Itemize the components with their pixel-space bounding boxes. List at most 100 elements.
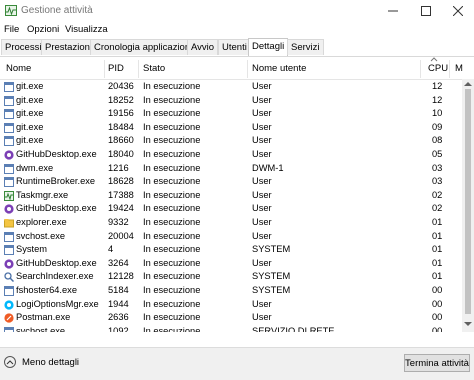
column-divider[interactable] (247, 60, 248, 78)
process-pid: 9332 (108, 217, 129, 227)
footer-bar: Meno dettagli Termina attività (0, 347, 474, 380)
table-row[interactable]: GitHubDesktop.exe 3264 In esecuzione User 01 (0, 257, 462, 271)
process-name: RuntimeBroker.exe (16, 176, 96, 187)
process-cpu: 01 (432, 271, 443, 282)
generic-exe-icon (4, 245, 14, 256)
process-status: In esecuzione (143, 162, 201, 173)
column-header-name[interactable]: Nome (6, 63, 31, 74)
process-cpu: 03 (432, 176, 443, 187)
column-divider[interactable] (449, 60, 450, 78)
process-status: In esecuzione (143, 298, 201, 309)
menu-bar: File Opzioni Visualizza (0, 22, 474, 38)
menu-options[interactable]: Opzioni (27, 24, 59, 35)
window-title: Gestione attività (21, 5, 93, 16)
process-name: git.exe (16, 108, 44, 119)
column-header-status[interactable]: Stato (143, 63, 165, 74)
column-header-memory[interactable]: M (455, 63, 463, 74)
tab-app-history[interactable]: Cronologia applicazioni (90, 39, 197, 55)
scroll-down-icon[interactable] (464, 321, 472, 327)
column-divider[interactable] (104, 60, 105, 78)
tab-processes[interactable]: Processi (1, 39, 46, 55)
column-header-cpu[interactable]: CPU (428, 63, 448, 74)
process-status: In esecuzione (143, 203, 201, 214)
process-status: In esecuzione (143, 217, 201, 227)
process-username: SYSTEM (252, 271, 291, 282)
process-name: git.exe (16, 94, 44, 105)
process-pid: 18484 (108, 121, 134, 132)
process-status: In esecuzione (143, 176, 201, 187)
table-row[interactable]: Taskmgr.exe 17388 In esecuzione User 02 (0, 189, 462, 203)
process-username: SYSTEM (252, 285, 291, 295)
table-row[interactable]: git.exe 19156 In esecuzione User 10 (0, 107, 462, 121)
column-divider[interactable] (420, 60, 421, 78)
minimize-button[interactable] (378, 2, 408, 20)
table-row[interactable]: GitHubDesktop.exe 19424 In esecuzione User 0… (0, 202, 462, 216)
process-username: User (252, 176, 272, 187)
process-username: SYSTEM (252, 244, 291, 255)
table-row[interactable]: explorer.exe 9332 In esecuzione User 01 (0, 216, 462, 230)
table-row[interactable]: RuntimeBroker.exe 18628 In esecuzione User 0… (0, 175, 462, 189)
column-header-pid[interactable]: PID (108, 63, 124, 74)
close-button[interactable] (443, 2, 473, 20)
scrollbar-thumb[interactable] (465, 89, 471, 314)
tab-bar: Processi Prestazioni Cronologia applicaz… (0, 38, 474, 57)
postman-icon (4, 313, 14, 323)
github-desktop-icon (4, 259, 14, 269)
generic-exe-icon (4, 286, 14, 296)
process-name: git.exe (16, 121, 44, 132)
generic-exe-icon (4, 136, 14, 147)
less-details-button[interactable]: Meno dettagli (4, 356, 79, 368)
process-username: DWM-1 (252, 162, 284, 173)
process-pid: 20436 (108, 81, 134, 91)
table-row[interactable]: dwm.exe 1216 In esecuzione DWM-1 03 (0, 162, 462, 176)
process-pid: 1092 (108, 325, 129, 332)
table-row[interactable]: svchost.exe 20004 In esecuzione User 01 (0, 230, 462, 244)
github-desktop-icon (4, 204, 14, 214)
process-username: User (252, 121, 272, 132)
process-cpu: 05 (432, 149, 443, 159)
process-status: In esecuzione (143, 149, 201, 159)
tab-details[interactable]: Dettagli (248, 38, 289, 56)
maximize-button[interactable] (411, 2, 441, 20)
process-cpu: 00 (432, 298, 443, 309)
table-row[interactable]: fshoster64.exe 5184 In esecuzione SYSTEM 00 (0, 284, 462, 298)
tab-startup[interactable]: Avvio (187, 39, 219, 55)
table-row[interactable]: LogiOptionsMgr.exe 1944 In esecuzione User 0… (0, 298, 462, 312)
table-row[interactable]: Postman.exe 2636 In esecuzione User 00 (0, 311, 462, 325)
end-task-button[interactable]: Termina attività (404, 354, 470, 372)
tab-users[interactable]: Utenti (218, 39, 251, 55)
table-row[interactable]: System 4 In esecuzione SYSTEM 01 (0, 243, 462, 257)
generic-exe-icon (4, 326, 14, 332)
menu-file[interactable]: File (4, 24, 19, 35)
menu-view[interactable]: Visualizza (65, 24, 108, 35)
process-pid: 5184 (108, 285, 129, 295)
scroll-up-icon[interactable] (464, 81, 472, 87)
process-username: User (252, 217, 272, 227)
table-row[interactable]: svchost.exe 1092 In esecuzione SERVIZIO DI … (0, 325, 462, 332)
process-pid: 3264 (108, 257, 129, 268)
process-pid: 2636 (108, 312, 129, 323)
table-row[interactable]: git.exe 20436 In esecuzione User 12 (0, 80, 462, 94)
generic-exe-icon (4, 122, 14, 133)
process-cpu: 01 (432, 257, 443, 268)
minimize-icon (388, 10, 398, 12)
generic-exe-icon (4, 177, 14, 188)
process-pid: 20004 (108, 230, 134, 241)
table-row[interactable]: GitHubDesktop.exe 18040 In esecuzione User 0… (0, 148, 462, 162)
process-username: User (252, 203, 272, 214)
process-status: In esecuzione (143, 81, 201, 91)
search-indexer-icon (4, 272, 15, 283)
process-cpu: 03 (432, 162, 443, 173)
column-header-username[interactable]: Nome utente (252, 63, 306, 74)
process-cpu: 12 (432, 94, 443, 105)
column-divider[interactable] (138, 60, 139, 78)
tab-performance[interactable]: Prestazioni (41, 39, 96, 55)
tab-services[interactable]: Servizi (287, 39, 324, 55)
table-row[interactable]: SearchIndexer.exe 12128 In esecuzione SYSTE… (0, 270, 462, 284)
table-row[interactable]: git.exe 18484 In esecuzione User 09 (0, 121, 462, 135)
table-row[interactable]: git.exe 18660 In esecuzione User 08 (0, 134, 462, 148)
process-status: In esecuzione (143, 108, 201, 119)
process-pid: 19156 (108, 108, 134, 119)
folder-icon (4, 218, 14, 228)
table-row[interactable]: git.exe 18252 In esecuzione User 12 (0, 94, 462, 108)
